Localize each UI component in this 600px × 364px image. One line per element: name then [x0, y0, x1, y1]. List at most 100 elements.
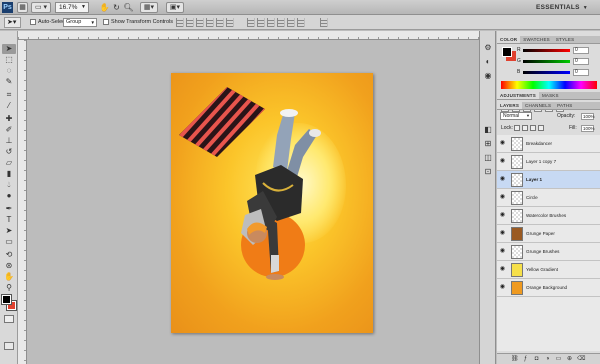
- layer-row[interactable]: ◉ Watercolor Brushes: [497, 207, 600, 225]
- eye-icon[interactable]: ◉: [499, 248, 506, 255]
- eye-icon[interactable]: ◉: [499, 194, 506, 201]
- red-value-field[interactable]: 0: [573, 47, 589, 54]
- character-icon[interactable]: ⊡: [483, 167, 493, 177]
- lock-image-icon[interactable]: [522, 125, 528, 131]
- foreground-color-swatch[interactable]: [1, 294, 12, 305]
- layer-row[interactable]: ◉ Breakdancer: [497, 135, 600, 153]
- eye-icon[interactable]: ◉: [499, 158, 506, 165]
- info-icon[interactable]: ◫: [483, 153, 493, 163]
- layer-row[interactable]: ◉ Yellow Gradient: [497, 261, 600, 279]
- zoom-level-field[interactable]: 16.7% ▼: [55, 2, 89, 13]
- link-layers-icon[interactable]: ⛓: [511, 356, 519, 363]
- add-mask-icon[interactable]: ◘: [533, 356, 540, 363]
- dodge-tool-icon[interactable]: ●: [2, 191, 16, 201]
- 3d-rotate-tool-icon[interactable]: ⟲: [2, 250, 16, 260]
- workspace-switcher[interactable]: ESSENTIALS ▼: [536, 2, 588, 14]
- 3d-orbit-tool-icon[interactable]: ⊛: [2, 261, 16, 271]
- tab-paths[interactable]: PATHS: [554, 102, 575, 109]
- horizontal-ruler[interactable]: [18, 31, 479, 40]
- green-value-field[interactable]: 0: [573, 58, 589, 65]
- eye-icon[interactable]: ◉: [499, 176, 506, 183]
- eye-icon[interactable]: ◉: [499, 266, 506, 273]
- zoom-tool-icon[interactable]: ⚲: [2, 283, 16, 293]
- clone-source-icon[interactable]: ◉: [483, 71, 493, 81]
- tab-masks[interactable]: MASKS: [539, 92, 562, 99]
- marquee-tool-icon[interactable]: ⬚: [2, 55, 16, 65]
- red-slider-row[interactable]: R 0: [517, 46, 597, 55]
- screen-mode-button[interactable]: ▣▾: [166, 2, 184, 13]
- quick-selection-tool-icon[interactable]: ✎: [2, 77, 16, 87]
- show-transform-controls-checkbox[interactable]: [103, 19, 109, 25]
- history-brush-tool-icon[interactable]: ↺: [2, 147, 16, 157]
- layer-row[interactable]: ◉ Grunge Brushes: [497, 243, 600, 261]
- layer-row-selected[interactable]: ◉ Layer 1: [497, 171, 600, 189]
- distribute-buttons[interactable]: [247, 18, 305, 27]
- blue-slider[interactable]: [523, 71, 570, 74]
- shape-tool-icon[interactable]: ▭: [2, 237, 16, 247]
- tab-adjustments[interactable]: ADJUSTMENTS: [497, 92, 539, 99]
- clone-stamp-tool-icon[interactable]: ⊥: [2, 136, 16, 146]
- foreground-color-box[interactable]: [502, 47, 512, 57]
- green-slider[interactable]: [523, 60, 570, 63]
- new-group-icon[interactable]: ▭: [555, 356, 562, 363]
- lock-transparent-icon[interactable]: [514, 125, 520, 131]
- eye-icon[interactable]: ◉: [499, 212, 506, 219]
- brush-presets-icon[interactable]: ◐: [483, 57, 493, 67]
- brush-tool-icon[interactable]: ✐: [2, 125, 16, 135]
- tab-styles[interactable]: STYLES: [553, 36, 577, 43]
- tab-channels[interactable]: CHANNELS: [522, 102, 554, 109]
- crop-tool-icon[interactable]: ⌗: [2, 90, 16, 100]
- layer-row[interactable]: ◉ Orange Background: [497, 279, 600, 297]
- tab-swatches[interactable]: SWATCHES: [520, 36, 553, 43]
- quick-mask-icon[interactable]: [4, 315, 14, 323]
- lasso-tool-icon[interactable]: ◌: [2, 66, 16, 76]
- auto-align-button[interactable]: [320, 18, 328, 27]
- blend-mode-dropdown[interactable]: Normal ▼: [500, 112, 532, 120]
- blur-tool-icon[interactable]: 💧︎: [2, 180, 16, 190]
- hand-tool-icon[interactable]: ✋: [2, 272, 16, 282]
- layer-row[interactable]: ◉ Grunge Paper: [497, 225, 600, 243]
- opacity-field[interactable]: 100%: [581, 113, 595, 120]
- fill-field[interactable]: 100%: [581, 125, 595, 132]
- document-canvas[interactable]: [171, 73, 373, 333]
- view-extras-button[interactable]: ▭ ▾: [31, 2, 51, 13]
- bridge-icon[interactable]: ▦: [17, 2, 28, 13]
- path-selection-tool-icon[interactable]: ➤: [2, 226, 16, 236]
- vertical-ruler[interactable]: [18, 40, 27, 364]
- move-tool-icon[interactable]: ➤: [2, 44, 16, 54]
- color-spectrum-bar[interactable]: [501, 81, 597, 89]
- green-slider-row[interactable]: G 0: [517, 57, 597, 66]
- auto-select-dropdown[interactable]: Group ▼: [63, 18, 97, 27]
- gear-icon[interactable]: ⚙: [483, 43, 493, 53]
- pen-tool-icon[interactable]: ✒: [2, 204, 16, 214]
- screen-mode-icon[interactable]: [4, 342, 14, 350]
- gradient-tool-icon[interactable]: ▮: [2, 169, 16, 179]
- auto-select-checkbox[interactable]: [30, 19, 36, 25]
- tool-preset-picker[interactable]: ➤▾: [4, 17, 21, 28]
- red-slider[interactable]: [523, 49, 570, 52]
- history-icon[interactable]: ◧: [483, 125, 493, 135]
- arrange-documents-button[interactable]: ▦▾: [140, 2, 158, 13]
- eraser-tool-icon[interactable]: ▱: [2, 158, 16, 168]
- align-buttons[interactable]: [176, 18, 234, 27]
- eye-icon[interactable]: ◉: [499, 284, 506, 291]
- tab-layers[interactable]: LAYERS: [497, 102, 523, 109]
- layer-row[interactable]: ◉ Layer 1 copy 7: [497, 153, 600, 171]
- lock-position-icon[interactable]: [530, 125, 536, 131]
- eye-icon[interactable]: ◉: [499, 140, 506, 147]
- new-layer-icon[interactable]: ⊕: [566, 356, 573, 363]
- trash-icon[interactable]: ⌫: [577, 356, 585, 363]
- actions-icon[interactable]: ⊞: [483, 139, 493, 149]
- lock-all-icon[interactable]: [538, 125, 544, 131]
- eyedropper-tool-icon[interactable]: ⁄: [2, 101, 16, 111]
- adjustment-layer-icon[interactable]: ◑: [544, 356, 551, 363]
- hand-tool-icon[interactable]: ✋: [99, 2, 110, 13]
- type-tool-icon[interactable]: T: [2, 215, 16, 225]
- healing-brush-tool-icon[interactable]: ✚: [2, 114, 16, 124]
- blue-slider-row[interactable]: B 0: [517, 68, 597, 77]
- layer-style-icon[interactable]: ƒ: [522, 356, 529, 363]
- blue-value-field[interactable]: 0: [573, 69, 589, 76]
- tab-color[interactable]: COLOR: [497, 36, 521, 43]
- eye-icon[interactable]: ◉: [499, 230, 506, 237]
- zoom-tool-icon[interactable]: 🔍︎: [123, 2, 134, 13]
